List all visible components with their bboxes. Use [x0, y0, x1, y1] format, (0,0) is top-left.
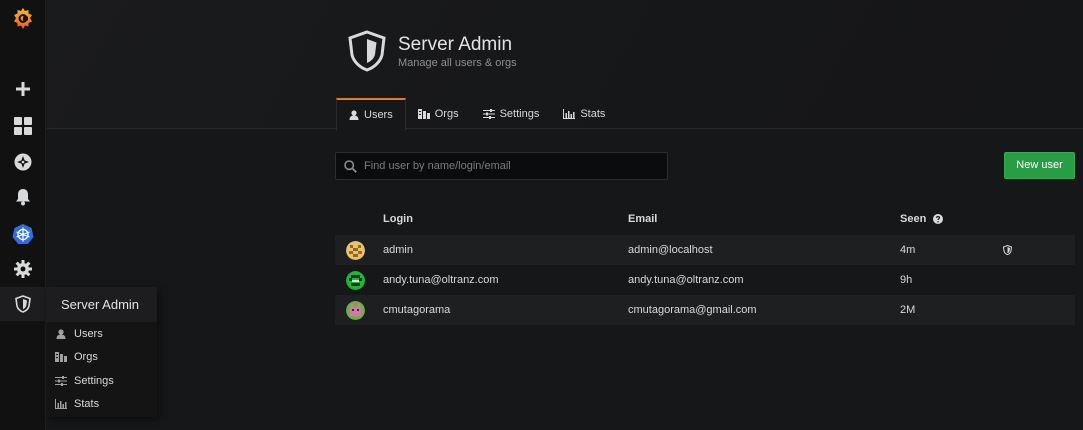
user-email[interactable]: andy.tuna@oltranz.com: [628, 265, 744, 295]
page-title: Server Admin: [398, 34, 513, 55]
tab-label: Stats: [580, 108, 606, 120]
tab-bar: Users Orgs Settings Stats: [336, 98, 617, 131]
user-login[interactable]: andy.tuna@oltranz.com: [383, 265, 499, 295]
table-row[interactable]: andy.tuna@oltranz.com andy.tuna@oltranz.…: [335, 265, 1075, 295]
bar-chart-icon: [54, 399, 67, 410]
gear-icon[interactable]: [0, 252, 46, 286]
search-input[interactable]: [364, 160, 654, 172]
help-icon[interactable]: [933, 214, 944, 224]
popup-item-label: Orgs: [74, 351, 98, 364]
tab-users[interactable]: Users: [336, 98, 406, 131]
admin-shield-icon: [1003, 235, 1012, 265]
popup-title[interactable]: Server Admin: [46, 287, 157, 322]
tab-label: Orgs: [434, 108, 459, 120]
grafana-logo-icon[interactable]: [0, 2, 46, 36]
alert-bell-icon[interactable]: [0, 180, 46, 214]
sliders-icon: [54, 375, 67, 386]
table-row[interactable]: cmutagorama cmutagorama@gmail.com 2M: [335, 295, 1075, 325]
avatar[interactable]: [346, 301, 365, 320]
column-header-login: Login: [383, 213, 413, 225]
column-header-seen: Seen: [900, 213, 944, 225]
user-icon: [349, 110, 359, 120]
sidebar: [0, 0, 46, 430]
user-login[interactable]: admin: [383, 235, 413, 265]
explore-icon[interactable]: [0, 145, 46, 179]
kubernetes-icon[interactable]: [0, 217, 46, 251]
popup-item-settings[interactable]: Settings: [46, 369, 157, 393]
dashboards-icon[interactable]: [0, 109, 46, 143]
user-icon: [54, 329, 67, 339]
popup-item-label: Stats: [74, 398, 100, 411]
server-admin-popup-menu: Server Admin Users Orgs Settings Stats: [46, 287, 157, 417]
search-icon: [336, 159, 364, 173]
column-header-seen-label: Seen: [900, 213, 927, 225]
column-header-email: Email: [628, 213, 658, 225]
user-seen: 2M: [900, 304, 916, 316]
popup-item-label: Settings: [74, 374, 114, 387]
new-user-button[interactable]: New user: [1004, 152, 1075, 179]
user-email[interactable]: admin@localhost: [628, 235, 713, 265]
popup-item-stats[interactable]: Stats: [46, 393, 157, 417]
shield-icon[interactable]: [0, 287, 46, 321]
tab-label: Settings: [499, 108, 540, 120]
popup-item-users[interactable]: Users: [46, 322, 157, 346]
user-login[interactable]: cmutagorama: [383, 295, 450, 325]
plus-icon[interactable]: [0, 72, 46, 106]
tab-stats[interactable]: Stats: [551, 98, 617, 130]
popup-item-label: Users: [74, 327, 103, 340]
table-row[interactable]: admin admin@localhost 4m: [335, 235, 1075, 265]
orgs-icon: [417, 109, 430, 119]
tab-orgs[interactable]: Orgs: [406, 98, 471, 130]
user-email[interactable]: cmutagorama@gmail.com: [628, 295, 757, 325]
bar-chart-icon: [563, 109, 576, 119]
sliders-icon: [482, 109, 495, 119]
user-seen: 4m: [900, 244, 916, 256]
tab-settings[interactable]: Settings: [471, 98, 552, 130]
tab-label: Users: [364, 109, 393, 121]
orgs-icon: [54, 352, 67, 363]
shield-icon: [347, 30, 387, 77]
user-search: [335, 152, 668, 180]
popup-item-orgs[interactable]: Orgs: [46, 346, 157, 370]
avatar[interactable]: [346, 271, 365, 290]
user-seen: 9h: [900, 274, 913, 286]
avatar[interactable]: [346, 241, 365, 260]
page-subtitle: Manage all users & orgs: [398, 57, 517, 69]
